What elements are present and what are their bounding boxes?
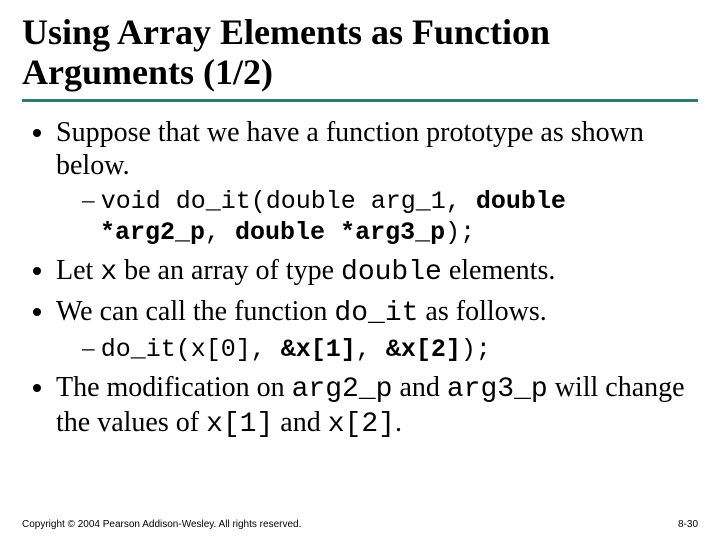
copyright-text: Copyright © 2004 Pearson Addison-Wesley.… (22, 519, 301, 530)
text: elements. (442, 255, 556, 286)
code: do_it (334, 298, 418, 329)
bullet-intro: Suppose that we have a function prototyp… (56, 116, 698, 248)
sub-list-call: do_it(x[0], &x[1], &x[2]); (56, 334, 698, 365)
code: arg2_p (292, 374, 393, 405)
text: be an array of type (117, 255, 341, 286)
code: x[1] (206, 409, 273, 440)
call-line: do_it(x[0], &x[1], &x[2]); (82, 334, 698, 365)
code: x (100, 257, 117, 288)
slide: Using Array Elements as Function Argumen… (0, 0, 720, 540)
code: , (356, 335, 386, 364)
code-bold: &x[1] (281, 335, 356, 364)
code: void do_it(double arg_1, (101, 187, 476, 216)
text: and (273, 407, 327, 438)
bullet-call: We can call the function do_it as follow… (56, 295, 698, 365)
text: Let (56, 255, 100, 286)
bullet-list: Suppose that we have a function prototyp… (22, 116, 698, 441)
page-number: 8-30 (678, 519, 698, 530)
text: The modification on (56, 372, 292, 403)
text: Suppose that we have a function prototyp… (56, 117, 644, 181)
bullet-let-x: Let x be an array of type double element… (56, 254, 698, 289)
code: do_it(x[0], (101, 335, 281, 364)
slide-title: Using Array Elements as Function Argumen… (22, 12, 698, 93)
code: x[2] (328, 409, 395, 440)
text: . (395, 407, 402, 438)
prototype-line: void do_it(double arg_1, double *arg2_p,… (82, 186, 698, 248)
slide-footer: Copyright © 2004 Pearson Addison-Wesley.… (22, 519, 698, 530)
code: ); (461, 335, 491, 364)
sub-list-prototype: void do_it(double arg_1, double *arg2_p,… (56, 186, 698, 248)
code: arg3_p (447, 374, 548, 405)
text: as follows. (418, 296, 546, 327)
code: ); (445, 218, 475, 247)
bullet-modification: The modification on arg2_p and arg3_p wi… (56, 371, 698, 441)
code-bold: double *arg3_p (235, 218, 445, 247)
code: , (205, 218, 235, 247)
text: We can call the function (56, 296, 334, 327)
title-underline (22, 99, 698, 102)
code-bold: &x[2] (386, 335, 461, 364)
text: and (392, 372, 446, 403)
code: double (341, 257, 442, 288)
